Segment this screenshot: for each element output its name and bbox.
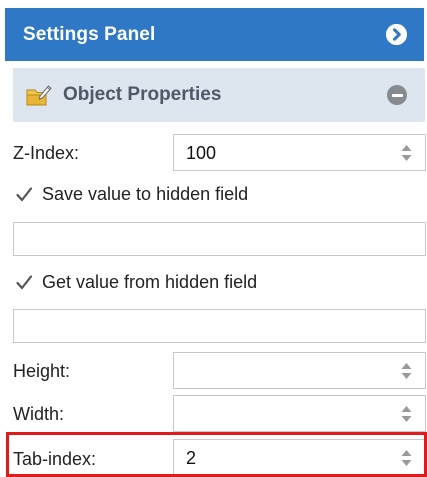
z-index-stepper[interactable]: 100 [173, 134, 426, 171]
spinner-arrows-icon[interactable] [401, 362, 412, 380]
tab-index-stepper[interactable]: 2 [173, 439, 426, 476]
folder-edit-icon [26, 83, 52, 107]
minus-circle-icon[interactable] [387, 85, 407, 105]
height-stepper[interactable] [173, 352, 426, 389]
section-title: Object Properties [63, 84, 222, 105]
get-hidden-field-label: Get value from hidden field [42, 272, 258, 292]
tab-index-value: 2 [186, 448, 197, 468]
tab-index-label: Tab-index: [13, 449, 97, 469]
settings-panel: Settings Panel Object Properties Z-Index… [0, 0, 427, 477]
width-label: Width: [13, 404, 65, 424]
height-label: Height: [13, 361, 71, 381]
get-hidden-field-checkbox-row[interactable]: Get value from hidden field [15, 272, 257, 293]
z-index-value: 100 [186, 143, 217, 163]
panel-title: Settings Panel [23, 23, 156, 45]
spinner-arrows-icon[interactable] [401, 144, 412, 162]
chevron-right-circle-icon[interactable] [386, 24, 407, 45]
width-stepper[interactable] [173, 395, 426, 432]
section-header-object-properties[interactable]: Object Properties [13, 68, 425, 122]
spinner-arrows-icon[interactable] [401, 405, 412, 423]
checkmark-icon[interactable] [15, 186, 33, 204]
panel-header[interactable]: Settings Panel [5, 8, 424, 61]
checkmark-icon[interactable] [15, 274, 33, 292]
get-hidden-field-input[interactable] [13, 309, 426, 343]
save-hidden-field-input[interactable] [13, 222, 426, 256]
save-hidden-field-label: Save value to hidden field [42, 184, 249, 204]
spinner-arrows-icon[interactable] [401, 449, 412, 467]
save-hidden-field-checkbox-row[interactable]: Save value to hidden field [15, 184, 248, 205]
z-index-label: Z-Index: [13, 143, 80, 163]
